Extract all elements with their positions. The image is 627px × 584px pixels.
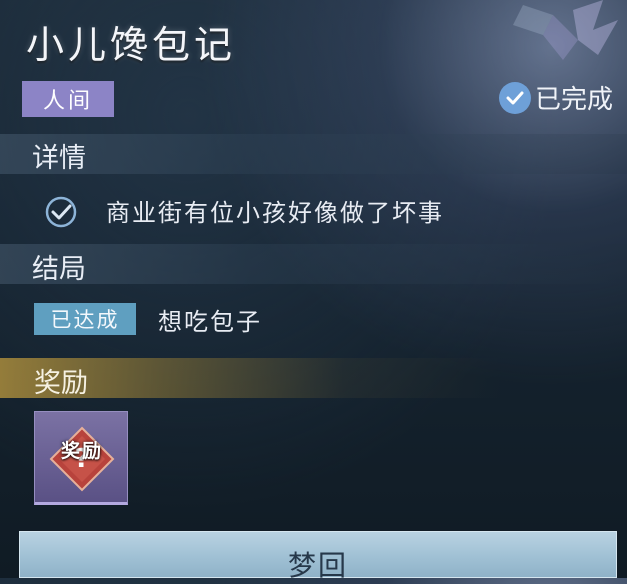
reward-item-label: 奖励 — [60, 440, 103, 462]
dream-return-button[interactable]: 梦回 — [19, 531, 617, 582]
status-label: 已完成 — [534, 85, 613, 115]
details-heading: 详情 — [32, 143, 86, 174]
reward-section-bar — [0, 358, 627, 398]
world-tag: 人间 — [22, 81, 114, 117]
dream-return-label: 梦回 — [287, 549, 348, 582]
quest-panel: 小儿馋包记 人间 已完成 详情 商业街有位小孩好像做了坏事 结局 已达成 想吃包… — [0, 0, 627, 582]
details-section-bar — [0, 134, 627, 174]
ending-section-bar — [0, 244, 627, 284]
ending-achieved-tag: 已达成 — [34, 303, 136, 335]
quest-title: 小儿馋包记 — [26, 23, 237, 67]
completion-status: 已完成 — [498, 79, 613, 116]
butterfly-emblem-icon — [513, 0, 618, 60]
ending-heading: 结局 — [32, 254, 86, 285]
ending-text: 想吃包子 — [158, 308, 262, 336]
detail-item-text: 商业街有位小孩好像做了坏事 — [106, 199, 444, 227]
reward-item-slot[interactable]: ? 奖励 — [34, 411, 128, 505]
reward-heading: 奖励 — [34, 368, 88, 399]
checkmark-icon — [498, 81, 531, 114]
checkmark-circle-icon — [45, 196, 77, 228]
